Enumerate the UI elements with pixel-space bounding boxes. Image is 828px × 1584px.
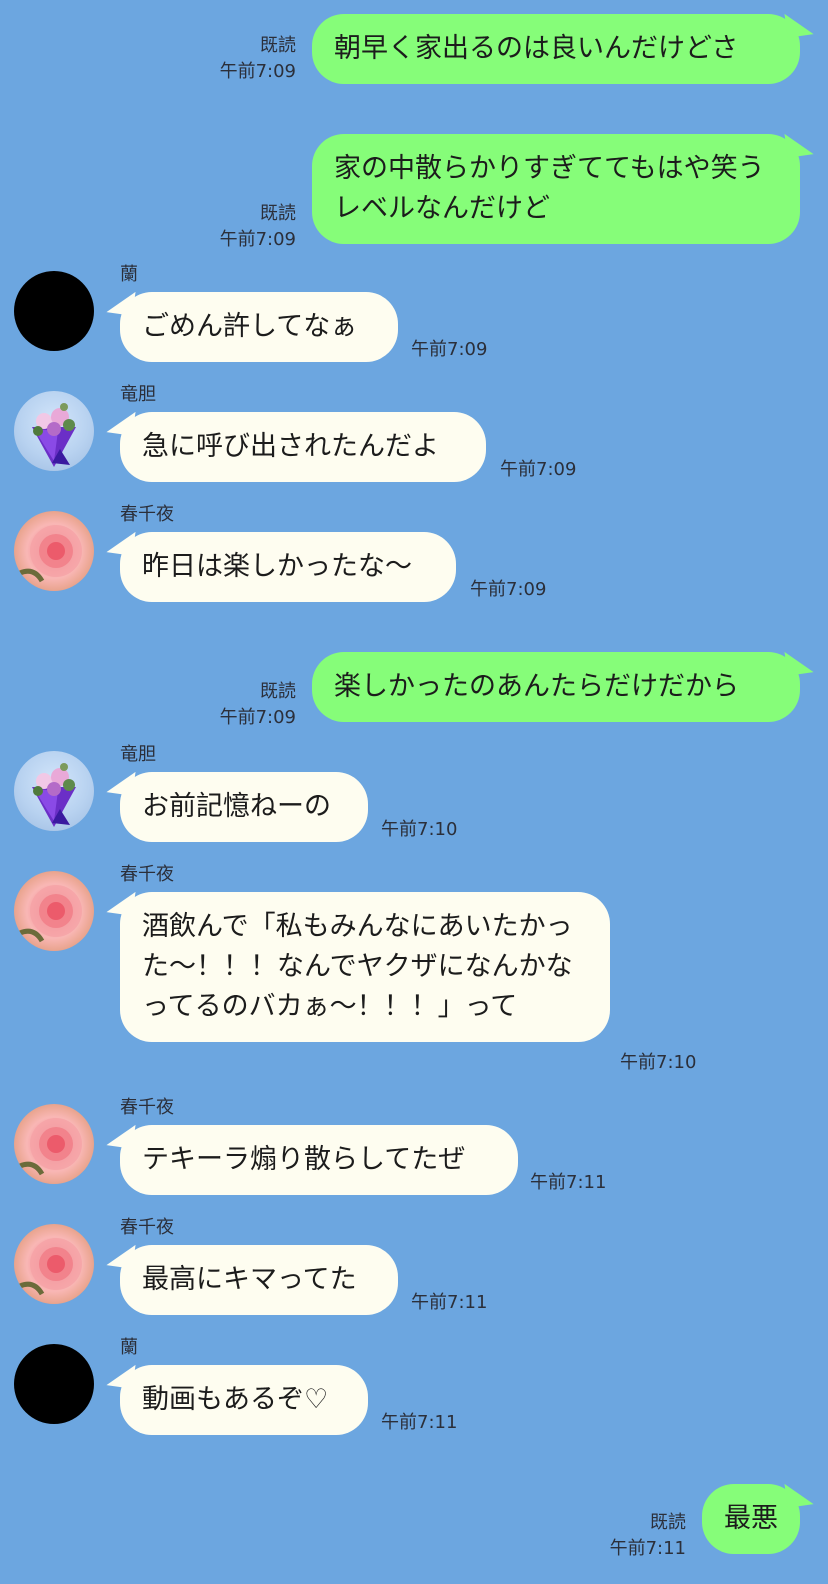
message-time: 午前7:09 [500, 459, 577, 480]
rose-icon [19, 1118, 82, 1176]
avatar-ran[interactable] [14, 271, 94, 351]
avatar-rindou[interactable] [14, 751, 94, 831]
message-text: ごめん許してなぁ [142, 311, 358, 342]
sender-name: 竜胆 [120, 384, 156, 405]
message-time: 午前7:10 [620, 1052, 697, 1073]
incoming-message[interactable]: お前記憶ねーの [120, 772, 368, 842]
avatar-haruchiyo[interactable] [14, 1224, 94, 1304]
bouquet-icon [32, 763, 76, 827]
incoming-message[interactable]: 急に呼び出されたんだよ [120, 412, 486, 482]
message-text: 酒飲んで「私もみんなにあいたかった〜！！！なんでヤクザになんかなってるのバカぁ〜… [142, 911, 573, 1022]
outgoing-message[interactable]: 朝早く家出るのは良いんだけどさ [312, 14, 800, 84]
avatar-haruchiyo[interactable] [14, 871, 94, 951]
message-meta: 既読 午前7:09 [220, 33, 296, 85]
bouquet-icon [32, 403, 76, 467]
rose-icon [19, 885, 82, 943]
read-receipt: 既読 [260, 35, 296, 56]
message-time: 午前7:11 [530, 1172, 607, 1193]
rose-icon [19, 525, 82, 583]
chat-area[interactable]: 既読 午前7:09 朝早く家出るのは良いんだけどさ 既読 午前7:09 家の中散… [0, 0, 828, 1584]
message-text: 最悪 [724, 1503, 778, 1534]
message-time: 午前7:11 [411, 1292, 488, 1313]
sender-name: 蘭 [120, 264, 138, 285]
sender-name: 春千夜 [120, 1097, 174, 1118]
message-time: 午前7:09 [470, 579, 547, 600]
message-time: 午前7:09 [219, 229, 296, 250]
sender-name: 春千夜 [120, 1217, 174, 1238]
message-text: 昨日は楽しかったな〜 [142, 551, 412, 582]
sender-name: 蘭 [120, 1337, 138, 1358]
message-text: 家の中散らかりすぎててもはや笑うレベルなんだけど [334, 153, 765, 224]
read-receipt: 既読 [260, 203, 296, 224]
message-text: お前記憶ねーの [142, 791, 331, 822]
message-text: 動画もあるぞ♡ [142, 1384, 329, 1415]
message-meta: 既読 午前7:09 [220, 679, 296, 731]
rose-icon [19, 1238, 82, 1296]
outgoing-message[interactable]: 楽しかったのあんたらだけだから [312, 652, 800, 722]
message-text: 朝早く家出るのは良いんだけどさ [334, 33, 739, 64]
message-text: 急に呼び出されたんだよ [142, 431, 439, 462]
read-receipt: 既読 [260, 681, 296, 702]
incoming-message[interactable]: ごめん許してなぁ [120, 292, 398, 362]
outgoing-message[interactable]: 家の中散らかりすぎててもはや笑うレベルなんだけど [312, 134, 800, 244]
message-text: 楽しかったのあんたらだけだから [334, 671, 739, 702]
incoming-message[interactable]: 酒飲んで「私もみんなにあいたかった〜！！！なんでヤクザになんかなってるのバカぁ〜… [120, 892, 610, 1042]
message-meta: 既読 午前7:09 [220, 201, 296, 253]
sender-name: 竜胆 [120, 744, 156, 765]
incoming-message[interactable]: テキーラ煽り散らしてたぜ [120, 1125, 518, 1195]
message-time: 午前7:11 [381, 1412, 458, 1433]
message-text: テキーラ煽り散らしてたぜ [142, 1144, 466, 1175]
message-time: 午前7:11 [609, 1538, 686, 1559]
message-time: 午前7:09 [219, 61, 296, 82]
message-meta: 既読 午前7:11 [610, 1510, 686, 1562]
avatar-haruchiyo[interactable] [14, 511, 94, 591]
incoming-message[interactable]: 昨日は楽しかったな〜 [120, 532, 456, 602]
message-text: 最高にキマってた [142, 1264, 357, 1295]
message-time: 午前7:10 [381, 819, 458, 840]
message-time: 午前7:09 [219, 707, 296, 728]
message-time: 午前7:09 [411, 339, 488, 360]
sender-name: 春千夜 [120, 864, 174, 885]
read-receipt: 既読 [650, 1512, 686, 1533]
outgoing-message[interactable]: 最悪 [702, 1484, 800, 1554]
sender-name: 春千夜 [120, 504, 174, 525]
incoming-message[interactable]: 最高にキマってた [120, 1245, 398, 1315]
avatar-haruchiyo[interactable] [14, 1104, 94, 1184]
avatar-ran[interactable] [14, 1344, 94, 1424]
incoming-message[interactable]: 動画もあるぞ♡ [120, 1365, 368, 1435]
avatar-rindou[interactable] [14, 391, 94, 471]
